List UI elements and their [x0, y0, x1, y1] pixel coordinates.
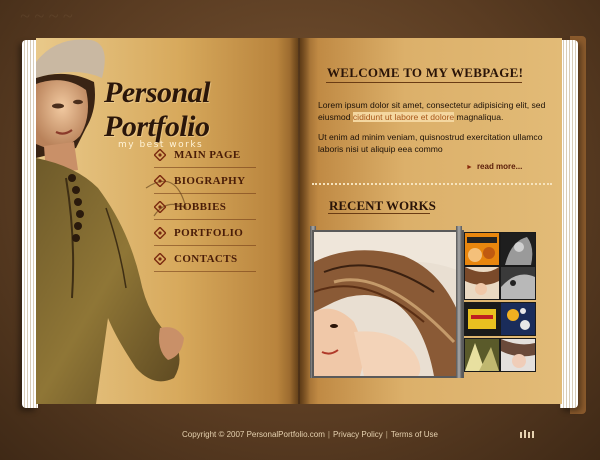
thumbnail-artwork: [501, 339, 535, 371]
recent-works-heading: RECENT WORKS: [329, 198, 436, 213]
paragraph-text: magnaliqua.: [454, 111, 504, 122]
thumbnail-2[interactable]: [500, 232, 536, 266]
nav-label: CONTACTS: [174, 252, 238, 265]
footer-separator: |: [327, 430, 330, 439]
nav-item-hobbies[interactable]: HOBBIES: [154, 194, 256, 220]
thumbnail-7[interactable]: [464, 338, 500, 372]
main-nav: MAIN PAGE BIOGRAPHY HOBBIES PORTFOLIO CO…: [154, 142, 256, 272]
nav-item-portfolio[interactable]: PORTFOLIO: [154, 220, 256, 246]
diamond-bullet-icon: [154, 174, 166, 187]
terms-of-use-link[interactable]: Terms of Use: [391, 430, 438, 439]
arrow-right-icon: ►: [466, 164, 473, 171]
copyright-text: Copyright © 2007 PersonalPortfolio.com: [182, 430, 325, 439]
thumbnail-1[interactable]: [464, 232, 500, 266]
dotted-divider: [312, 183, 552, 185]
diamond-bullet-icon: [154, 226, 166, 239]
highlighted-text-link[interactable]: cididunt ut labore et dolore: [352, 111, 455, 122]
book-left-page: Personal Portfolio my best works MAIN PA…: [36, 38, 298, 404]
thumbnail-artwork: [465, 339, 499, 371]
thumbnail-6[interactable]: [500, 302, 536, 336]
nav-label: PORTFOLIO: [174, 226, 244, 239]
nav-item-contacts[interactable]: CONTACTS: [154, 246, 256, 272]
welcome-heading: WELCOME TO MY WEBPAGE!: [327, 65, 524, 80]
gallery-frame-right: [456, 226, 462, 378]
thumbnail-artwork: [465, 233, 499, 265]
featured-artwork: [313, 232, 462, 376]
thumbnail-artwork: [465, 303, 499, 335]
read-more-link[interactable]: ► read more...: [466, 162, 522, 171]
footer: Copyright © 2007 PersonalPortfolio.com | P…: [182, 430, 438, 439]
nav-item-main-page[interactable]: MAIN PAGE: [154, 142, 256, 168]
thumbnail-4[interactable]: [500, 266, 536, 300]
background-script-texture: ~ ~ ~ ~: [20, 6, 73, 26]
book-spine: [290, 38, 310, 404]
book-pages-right-edge: [560, 40, 578, 408]
welcome-paragraph-1: Lorem ipsum dolor sit amet, consectetur …: [318, 100, 546, 123]
book-right-page: WELCOME TO MY WEBPAGE! Lorem ipsum dolor…: [300, 38, 562, 404]
site-logo[interactable]: Personal Portfolio my best works: [104, 76, 294, 150]
diamond-bullet-icon: [154, 252, 166, 265]
counter-icon: [520, 430, 534, 438]
logo-title: Personal Portfolio: [104, 76, 211, 143]
nav-label: BIOGRAPHY: [174, 174, 246, 187]
featured-work-image[interactable]: [312, 230, 464, 378]
diamond-bullet-icon: [154, 148, 166, 161]
welcome-paragraph-2: Ut enim ad minim veniam, quisnostrud exe…: [318, 132, 543, 154]
thumbnail-artwork: [501, 267, 535, 299]
nav-label: HOBBIES: [174, 200, 227, 213]
thumbnail-5[interactable]: [464, 302, 500, 336]
thumbnail-8[interactable]: [500, 338, 536, 372]
thumbnail-artwork: [465, 267, 499, 299]
thumbnail-3[interactable]: [464, 266, 500, 300]
read-more-label: read more...: [476, 162, 523, 171]
heading-underline: [326, 82, 522, 83]
privacy-policy-link[interactable]: Privacy Policy: [333, 430, 383, 439]
thumbnail-artwork: [501, 303, 535, 335]
nav-item-biography[interactable]: BIOGRAPHY: [154, 168, 256, 194]
footer-separator: |: [385, 430, 388, 439]
heading-underline: [328, 213, 430, 214]
diamond-bullet-icon: [154, 200, 166, 213]
thumbnail-artwork: [501, 233, 535, 265]
nav-label: MAIN PAGE: [174, 148, 241, 161]
